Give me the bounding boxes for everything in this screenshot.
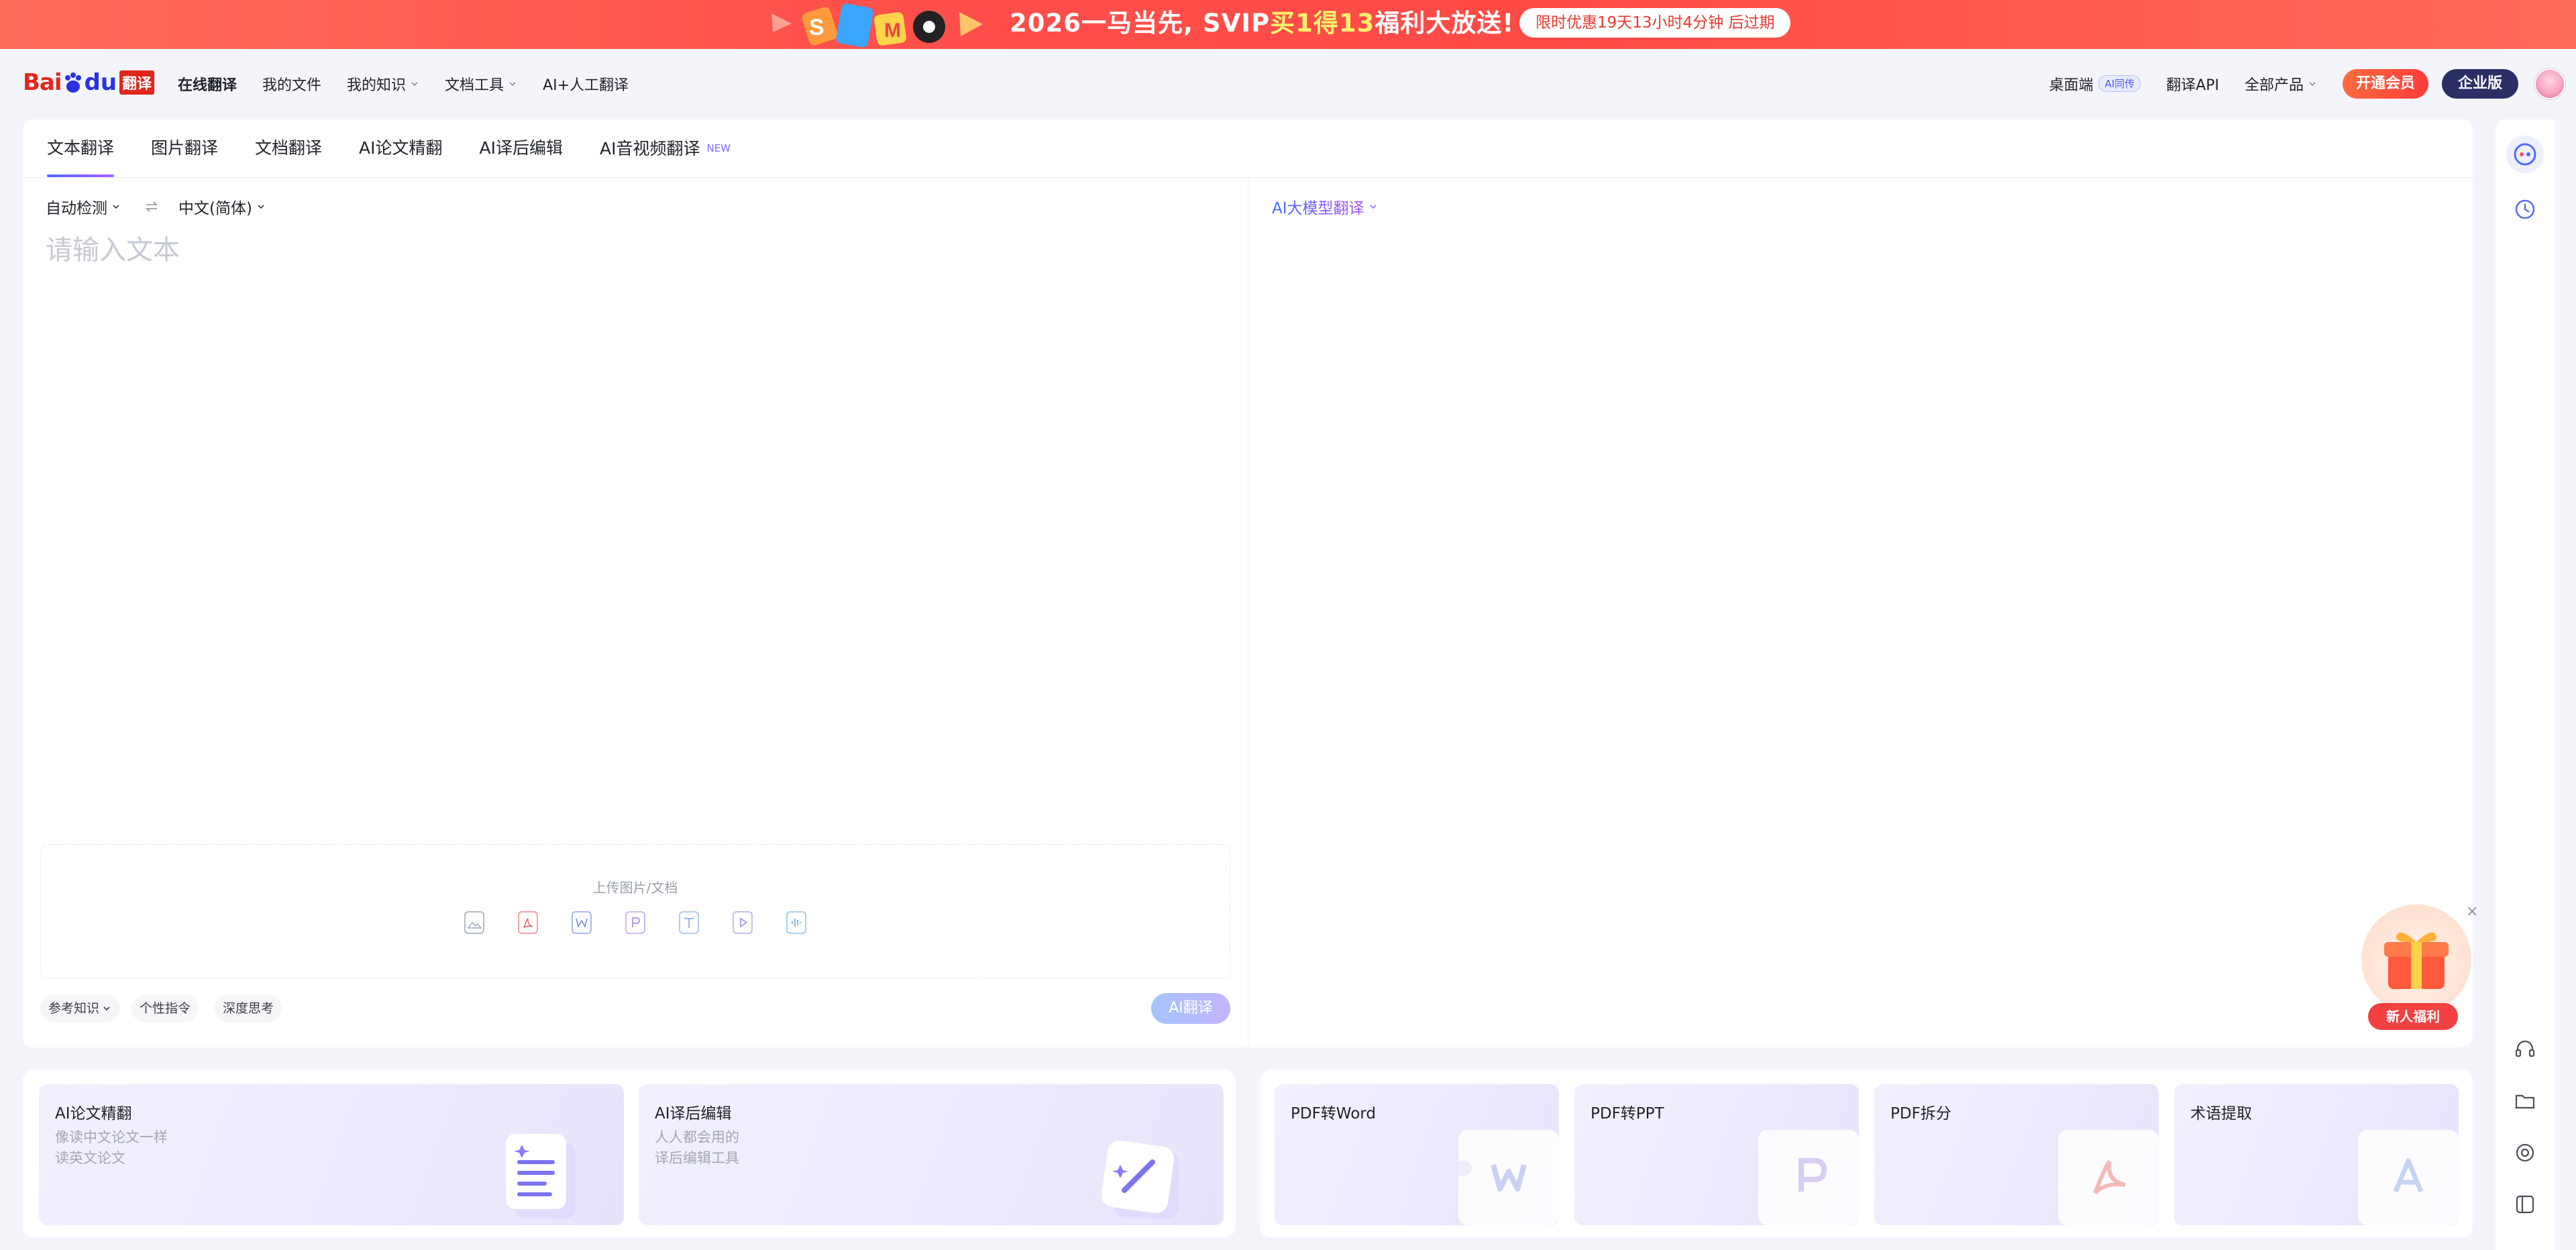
chevron-down-icon xyxy=(509,81,516,86)
feature-card-ai-post-edit[interactable]: AI译后编辑 人人都会用的 译后编辑工具 xyxy=(639,1084,1224,1225)
audio-icon[interactable] xyxy=(785,910,808,935)
term-icon xyxy=(2358,1130,2459,1225)
chevron-down-icon xyxy=(103,1006,110,1011)
upload-dropzone[interactable]: 上传图片/文档 xyxy=(40,844,1230,978)
close-icon[interactable]: × xyxy=(2466,904,2481,919)
chevron-down-icon xyxy=(113,205,119,209)
chevron-down-icon xyxy=(1369,205,1377,209)
svg-text:S: S xyxy=(809,15,824,40)
history-icon[interactable] xyxy=(2510,195,2540,224)
nav-doc-tools[interactable]: 文档工具 xyxy=(445,73,517,95)
tool-card-pdf-to-word[interactable]: PDF转Word xyxy=(1275,1084,1559,1225)
gift-label: 新人福利 xyxy=(2368,1003,2458,1030)
promo-illustration-icon: S M xyxy=(771,3,983,48)
tool-card-pdf-split[interactable]: PDF拆分 xyxy=(1874,1084,2159,1225)
pdf-tools-panel: PDF转Word PDF转PPT PDF拆分 术语提取 xyxy=(1260,1070,2473,1237)
nav-desktop-client[interactable]: 桌面端 AI同传 xyxy=(2049,73,2141,95)
pdf-icon[interactable] xyxy=(517,910,539,935)
tab-document-translate[interactable]: 文档翻译 xyxy=(255,119,322,177)
language-bar: 自动检测 中文(简体) xyxy=(46,193,266,220)
ppt-icon xyxy=(1758,1130,1859,1225)
pdf-icon xyxy=(2058,1130,2159,1225)
new-badge: NEW xyxy=(706,142,731,154)
right-sidebar xyxy=(2496,119,2555,1250)
promo-title: 2026一马当先, SVIP买1得13福利大放送! xyxy=(1010,9,1515,38)
word-icon xyxy=(1458,1130,1559,1225)
model-select[interactable]: AI大模型翻译 xyxy=(1272,193,1378,220)
txt-icon[interactable] xyxy=(678,910,700,935)
source-language-select[interactable]: 自动检测 xyxy=(46,195,121,218)
mode-tabs: 文本翻译 图片翻译 文档翻译 AI论文精翻 AI译后编辑 AI音视频翻译 NEW xyxy=(47,119,767,177)
nav-all-products[interactable]: 全部产品 xyxy=(2245,73,2317,95)
feature-card-ai-paper[interactable]: AI论文精翻 像读中文论文一样 读英文论文 xyxy=(39,1084,624,1225)
tab-ai-av-translate[interactable]: AI音视频翻译 NEW xyxy=(600,119,731,177)
chevron-down-icon xyxy=(258,205,264,209)
ai-assistant-icon[interactable] xyxy=(2506,136,2544,173)
translate-panel: 文本翻译 图片翻译 文档翻译 AI论文精翻 AI译后编辑 AI音视频翻译 NEW … xyxy=(23,119,2478,1047)
collapse-sidebar-icon[interactable] xyxy=(2510,1190,2540,1219)
ai-simultaneous-badge: AI同传 xyxy=(2098,75,2141,92)
nav-ai-human-translate[interactable]: AI+人工翻译 xyxy=(543,73,629,95)
nav-online-translate[interactable]: 在线翻译 xyxy=(178,73,237,95)
image-icon[interactable] xyxy=(463,910,486,935)
open-vip-button[interactable]: 开通会员 xyxy=(2342,68,2428,99)
upload-title: 上传图片/文档 xyxy=(592,880,678,896)
video-icon[interactable] xyxy=(731,910,754,935)
edit-icon xyxy=(1101,1140,1179,1218)
custom-instruction-button[interactable]: 个性指令 xyxy=(131,994,199,1023)
gift-icon xyxy=(2384,932,2449,989)
new-user-gift[interactable]: × 新人福利 xyxy=(2352,904,2479,1039)
ppt-icon[interactable] xyxy=(624,910,647,935)
word-icon[interactable] xyxy=(570,910,593,935)
nav-my-knowledge[interactable]: 我的知识 xyxy=(347,73,419,95)
settings-icon[interactable] xyxy=(2510,1138,2540,1167)
source-footer: 参考知识 个性指令 深度思考 AI翻译 xyxy=(40,993,1230,1024)
ai-features-panel: AI论文精翻 像读中文论文一样 读英文论文 AI译后编辑 人人都会用的 译后编辑工具 xyxy=(23,1070,1236,1237)
avatar[interactable] xyxy=(2534,68,2565,99)
svg-text:M: M xyxy=(884,19,901,42)
source-text-input[interactable] xyxy=(46,228,1226,798)
chevron-down-icon xyxy=(411,81,418,86)
enterprise-button[interactable]: 企业版 xyxy=(2441,68,2518,99)
tab-image-translate[interactable]: 图片翻译 xyxy=(151,119,218,177)
promo-banner[interactable]: S M 2026一马当先, SVIP买1得13福利大放送! 限时优惠19天13小… xyxy=(0,0,2576,49)
tool-card-pdf-to-ppt[interactable]: PDF转PPT xyxy=(1574,1084,1859,1225)
promo-countdown: 限时优惠19天13小时4分钟 后过期 xyxy=(1519,8,1791,38)
folder-icon[interactable] xyxy=(2510,1086,2540,1116)
reference-knowledge-button[interactable]: 参考知识 xyxy=(40,994,120,1023)
tab-text-translate[interactable]: 文本翻译 xyxy=(47,119,115,177)
tab-ai-paper-translate[interactable]: AI论文精翻 xyxy=(359,119,442,177)
target-language-select[interactable]: 中文(简体) xyxy=(178,195,266,218)
top-navigation: Bai du 翻译 在线翻译 我的文件 我的知识 文档工具 AI+人工翻译 桌面… xyxy=(0,49,2576,118)
paw-icon xyxy=(64,72,81,93)
baidu-translate-logo[interactable]: Bai du 翻译 xyxy=(23,62,155,103)
chevron-down-icon xyxy=(2309,81,2316,86)
nav-my-files[interactable]: 我的文件 xyxy=(262,73,321,95)
ai-translate-button[interactable]: AI翻译 xyxy=(1151,993,1230,1024)
deep-thinking-button[interactable]: 深度思考 xyxy=(215,994,282,1023)
document-icon xyxy=(506,1134,576,1218)
tab-ai-post-edit[interactable]: AI译后编辑 xyxy=(480,119,563,177)
tool-card-term-extract[interactable]: 术语提取 xyxy=(2174,1084,2459,1225)
customer-service-icon[interactable] xyxy=(2510,1035,2540,1064)
swap-languages-icon[interactable] xyxy=(144,199,160,215)
nav-translate-api[interactable]: 翻译API xyxy=(2166,73,2219,95)
